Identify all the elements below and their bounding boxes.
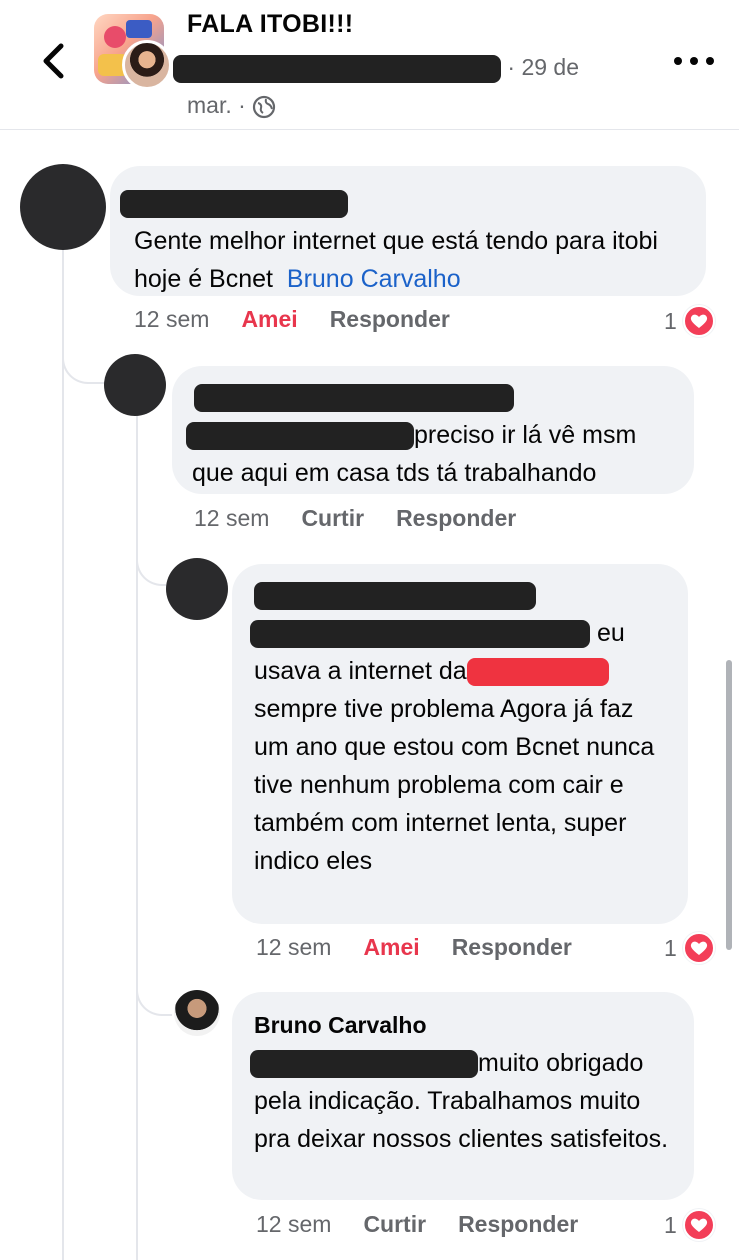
post-header: FALA ITOBI!!! · 29 de mar. · — [0, 0, 739, 130]
reply-button[interactable]: Responder — [452, 934, 572, 961]
reaction-summary[interactable]: 1 — [664, 1209, 715, 1241]
reaction-count: 1 — [664, 1211, 677, 1238]
redacted-mention — [250, 1050, 478, 1079]
comment-time: 12 sem — [256, 934, 332, 960]
commenter-avatar[interactable] — [104, 354, 166, 416]
comment-actions: 12 sem Amei Responder — [134, 306, 482, 333]
thread-branch — [62, 330, 104, 384]
comment-text-start: eu — [596, 619, 625, 647]
reply-button[interactable]: Responder — [396, 505, 516, 532]
like-button[interactable]: Amei — [241, 306, 297, 333]
redacted-company — [466, 658, 609, 687]
globe-icon — [253, 95, 276, 119]
thread-line — [62, 222, 64, 1260]
group-title[interactable]: FALA ITOBI!!! — [187, 10, 353, 39]
like-button[interactable]: Amei — [363, 934, 419, 961]
comment-actions: 12 sem Amei Responder — [256, 934, 604, 961]
like-button[interactable]: Curtir — [363, 1211, 426, 1238]
comment-bubble: preciso ir lá vê msm que aqui em casa td… — [172, 366, 694, 494]
more-options-button[interactable] — [674, 48, 714, 74]
author-avatar[interactable] — [122, 40, 172, 90]
post-meta: · 29 de mar. · — [173, 48, 607, 124]
thread-branch — [136, 960, 172, 1016]
reaction-summary[interactable]: 1 — [664, 305, 715, 337]
comment-bubble: eu usava a internet da sempre tive probl… — [232, 564, 688, 924]
mention-link[interactable]: Bruno Carvalho — [287, 265, 461, 293]
thread-branch — [136, 540, 166, 586]
comment-time: 12 sem — [134, 306, 210, 332]
bruno-avatar[interactable] — [174, 990, 220, 1036]
heart-reaction-icon — [682, 305, 715, 337]
like-button[interactable]: Curtir — [301, 505, 364, 532]
more-horizontal-icon — [674, 57, 682, 65]
redacted-mention — [186, 422, 414, 451]
reaction-count: 1 — [664, 307, 677, 334]
commenter-avatar[interactable] — [166, 558, 228, 620]
redacted-mention — [250, 620, 590, 649]
reaction-count: 1 — [664, 934, 677, 961]
reply-button[interactable]: Responder — [458, 1211, 578, 1238]
reply-button[interactable]: Responder — [330, 306, 450, 333]
redacted-commenter-name — [120, 190, 348, 219]
redacted-author-name — [173, 54, 501, 83]
redacted-commenter-name — [194, 384, 514, 413]
chevron-left-icon — [43, 43, 64, 79]
heart-reaction-icon — [682, 1209, 715, 1241]
scrollbar[interactable] — [726, 660, 732, 950]
comment-text: pela indicação. Trabalhamos muito pra de… — [254, 1087, 669, 1153]
comment-actions: 12 sem Curtir Responder — [194, 505, 548, 532]
back-button[interactable] — [36, 40, 70, 82]
comment-bubble: Bruno Carvalho muito obrigado pela indic… — [232, 992, 694, 1200]
comment-text: sempre tive problema Agora já faz um ano… — [254, 695, 655, 875]
comment-time: 12 sem — [256, 1211, 332, 1237]
comment-actions: 12 sem Curtir Responder — [256, 1211, 610, 1238]
comment-time: 12 sem — [194, 505, 270, 531]
heart-reaction-icon — [682, 932, 715, 964]
reaction-summary[interactable]: 1 — [664, 932, 715, 964]
commenter-avatar[interactable] — [20, 164, 106, 250]
comment-text-start: muito obrigado — [478, 1049, 644, 1077]
comment-text-line: usava a internet da — [254, 657, 467, 685]
redacted-commenter-name — [254, 582, 536, 611]
comment-bubble: Gente melhor internet que está tendo par… — [110, 166, 706, 296]
comment-author[interactable]: Bruno Carvalho — [254, 1012, 427, 1038]
